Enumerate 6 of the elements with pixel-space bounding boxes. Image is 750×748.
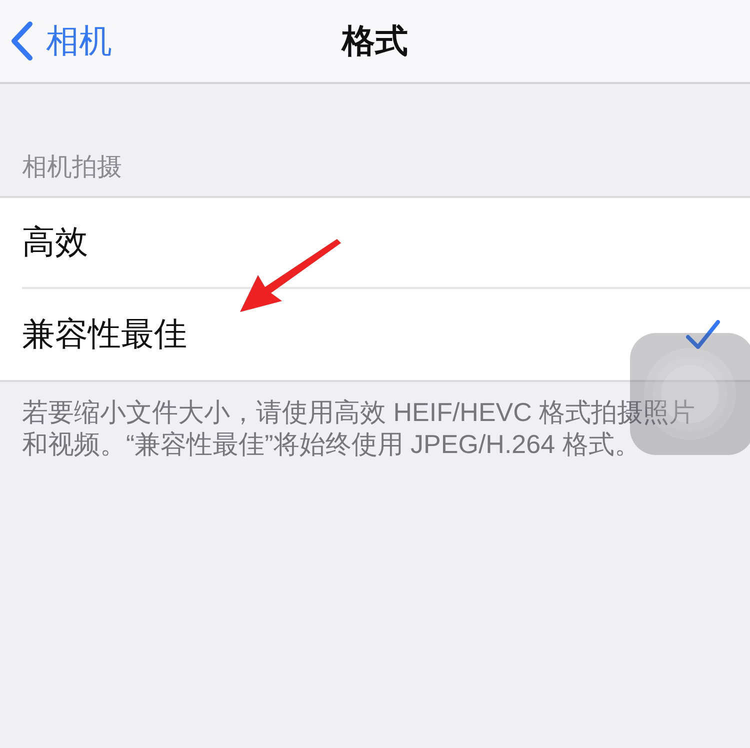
section-footer: 若要缩小文件大小，请使用高效 HEIF/HEVC 格式拍摄照片和视频。“兼容性最佳”将始终使用 JPEG/H.264 格式。 xyxy=(22,396,702,460)
section-header: 相机拍摄 xyxy=(21,152,123,183)
back-chevron-icon xyxy=(10,21,34,61)
page-title: 格式 xyxy=(342,20,408,60)
checkmark-icon xyxy=(686,320,720,350)
back-button[interactable]: 相机 xyxy=(10,21,112,61)
